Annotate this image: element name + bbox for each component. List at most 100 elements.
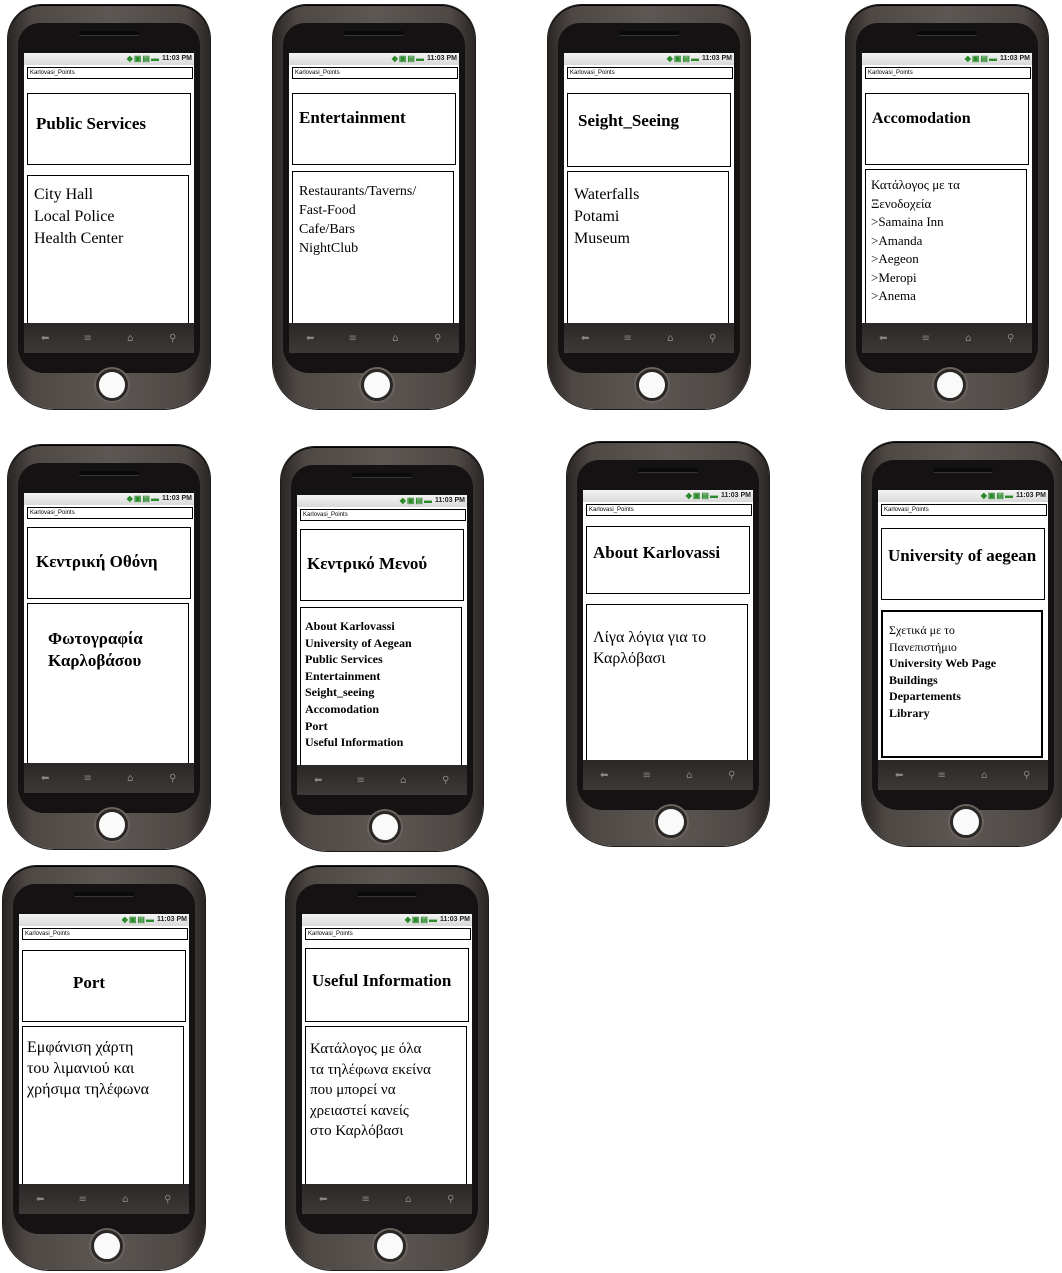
trackball-button[interactable]: [369, 811, 401, 843]
status-bar: ◆▣▤▬ 11:03 PM: [19, 914, 189, 926]
menu-icon[interactable]: ≡: [78, 773, 98, 784]
status-icons: ◆▣▤▬: [126, 54, 160, 63]
menu-icon[interactable]: ≡: [916, 333, 936, 344]
back-icon[interactable]: ⬅: [873, 333, 893, 344]
menu-item-about-karlovassi[interactable]: About Karlovassi: [305, 618, 461, 635]
screen-header-box: Public Services: [27, 93, 191, 165]
back-icon[interactable]: ⬅: [300, 333, 320, 344]
link-university-web-page[interactable]: University Web Page: [889, 655, 1041, 672]
link-departements[interactable]: Departements: [889, 688, 1041, 705]
phone-screen: ◆▣▤▬ 11:03 PM Karlovasi_Points Public Se…: [24, 53, 194, 325]
menu-icon[interactable]: ≡: [351, 775, 371, 786]
status-icons: ◆▣▤▬: [126, 494, 160, 503]
search-icon[interactable]: ⚲: [1001, 333, 1021, 344]
search-icon[interactable]: ⚲: [703, 333, 723, 344]
trackball-button[interactable]: [374, 1230, 406, 1262]
content-item-local-police[interactable]: Local Police: [34, 206, 188, 228]
home-icon[interactable]: ⌂: [120, 773, 140, 784]
content-item-waterfalls[interactable]: Waterfalls: [574, 184, 728, 206]
phone-screen: ◆▣▤▬ 11:03 PM Karlovasi_Points Seight_Se…: [564, 53, 734, 325]
content-item-health-center[interactable]: Health Center: [34, 228, 188, 250]
menu-item-entertainment[interactable]: Entertainment: [305, 668, 461, 685]
menu-item-useful-information[interactable]: Useful Information: [305, 734, 461, 751]
trackball-button[interactable]: [361, 369, 393, 401]
back-icon[interactable]: ⬅: [313, 1194, 333, 1205]
search-icon[interactable]: ⚲: [428, 333, 448, 344]
home-icon[interactable]: ⌂: [120, 333, 140, 344]
app-title-bar: Karlovasi_Points: [300, 509, 466, 521]
link-buildings[interactable]: Buildings: [889, 672, 1041, 689]
menu-item-port[interactable]: Port: [305, 718, 461, 735]
menu-icon[interactable]: ≡: [343, 333, 363, 344]
trackball-button[interactable]: [655, 806, 687, 838]
content-item-amanda[interactable]: >Amanda: [871, 232, 1026, 251]
menu-icon[interactable]: ≡: [932, 770, 952, 781]
trackball-button[interactable]: [96, 369, 128, 401]
back-icon[interactable]: ⬅: [35, 773, 55, 784]
menu-icon[interactable]: ≡: [78, 333, 98, 344]
search-icon[interactable]: ⚲: [158, 1194, 178, 1205]
status-time: 11:03 PM: [721, 492, 751, 499]
menu-icon[interactable]: ≡: [618, 333, 638, 344]
content-item-aegeon[interactable]: >Aegeon: [871, 250, 1026, 269]
back-icon[interactable]: ⬅: [889, 770, 909, 781]
content-item-samaina-inn[interactable]: >Samaina Inn: [871, 213, 1026, 232]
phone-screen: ◆▣▤▬ 11:03 PM Karlovasi_Points Accomodat…: [862, 53, 1032, 325]
home-icon[interactable]: ⌂: [393, 775, 413, 786]
back-icon[interactable]: ⬅: [308, 775, 328, 786]
speaker-grille: [619, 31, 679, 36]
home-icon[interactable]: ⌂: [385, 333, 405, 344]
nav-bar: ⬅ ≡ ⌂ ⚲: [297, 765, 467, 795]
status-bar: ◆▣▤▬ 11:03 PM: [862, 53, 1032, 65]
menu-icon[interactable]: ≡: [73, 1194, 93, 1205]
search-icon[interactable]: ⚲: [163, 333, 183, 344]
home-icon[interactable]: ⌂: [115, 1194, 135, 1205]
nav-bar: ⬅ ≡ ⌂ ⚲: [878, 760, 1048, 790]
trackball-button[interactable]: [96, 809, 128, 841]
content-item-anema[interactable]: >Anema: [871, 287, 1026, 306]
content-item-museum[interactable]: Museum: [574, 228, 728, 250]
menu-icon[interactable]: ≡: [356, 1194, 376, 1205]
back-icon[interactable]: ⬅: [35, 333, 55, 344]
screen-header-box: Useful Information: [305, 948, 469, 1022]
content-item-meropi[interactable]: >Meropi: [871, 269, 1026, 288]
menu-icon[interactable]: ≡: [637, 770, 657, 781]
trackball-button[interactable]: [636, 369, 668, 401]
trackball-button[interactable]: [91, 1230, 123, 1262]
screen-header: Entertainment: [299, 108, 406, 127]
search-icon[interactable]: ⚲: [441, 1194, 461, 1205]
home-icon[interactable]: ⌂: [958, 333, 978, 344]
app-title-bar: Karlovasi_Points: [865, 67, 1031, 79]
home-icon[interactable]: ⌂: [660, 333, 680, 344]
content-item-city-hall[interactable]: City Hall: [34, 184, 188, 206]
content-item-fast-food[interactable]: Fast-Food: [299, 201, 453, 220]
home-icon[interactable]: ⌂: [974, 770, 994, 781]
content-item-cafe-bars[interactable]: Cafe/Bars: [299, 220, 453, 239]
content-text: Κατάλογος με τα: [871, 177, 960, 192]
speaker-grille: [74, 892, 134, 897]
phone-useful-information: ◆▣▤▬ 11:03 PM Karlovasi_Points Useful In…: [286, 866, 488, 1270]
back-icon[interactable]: ⬅: [575, 333, 595, 344]
search-icon[interactable]: ⚲: [1017, 770, 1037, 781]
search-icon[interactable]: ⚲: [722, 770, 742, 781]
phone-entertainment: ◆▣▤▬ 11:03 PM Karlovasi_Points Entertain…: [273, 5, 475, 409]
menu-item-university[interactable]: University of Aegean: [305, 635, 461, 652]
menu-item-public-services[interactable]: Public Services: [305, 651, 461, 668]
home-icon[interactable]: ⌂: [398, 1194, 418, 1205]
home-icon[interactable]: ⌂: [679, 770, 699, 781]
screen-header: Accomodation: [872, 110, 971, 127]
screen-header: Κεντρική Οθόνη: [36, 552, 158, 571]
screen-header-box: About Karlovassi: [586, 526, 750, 594]
search-icon[interactable]: ⚲: [436, 775, 456, 786]
back-icon[interactable]: ⬅: [30, 1194, 50, 1205]
back-icon[interactable]: ⬅: [594, 770, 614, 781]
trackball-button[interactable]: [934, 369, 966, 401]
trackball-button[interactable]: [950, 806, 982, 838]
link-library[interactable]: Library: [889, 705, 1041, 722]
menu-item-accomodation[interactable]: Accomodation: [305, 701, 461, 718]
search-icon[interactable]: ⚲: [163, 773, 183, 784]
menu-item-sightseeing[interactable]: Seight_seeing: [305, 684, 461, 701]
content-item-nightclub[interactable]: NightClub: [299, 239, 453, 258]
content-item-potami[interactable]: Potami: [574, 206, 728, 228]
content-item-restaurants[interactable]: Restaurants/Taverns/: [299, 182, 453, 201]
